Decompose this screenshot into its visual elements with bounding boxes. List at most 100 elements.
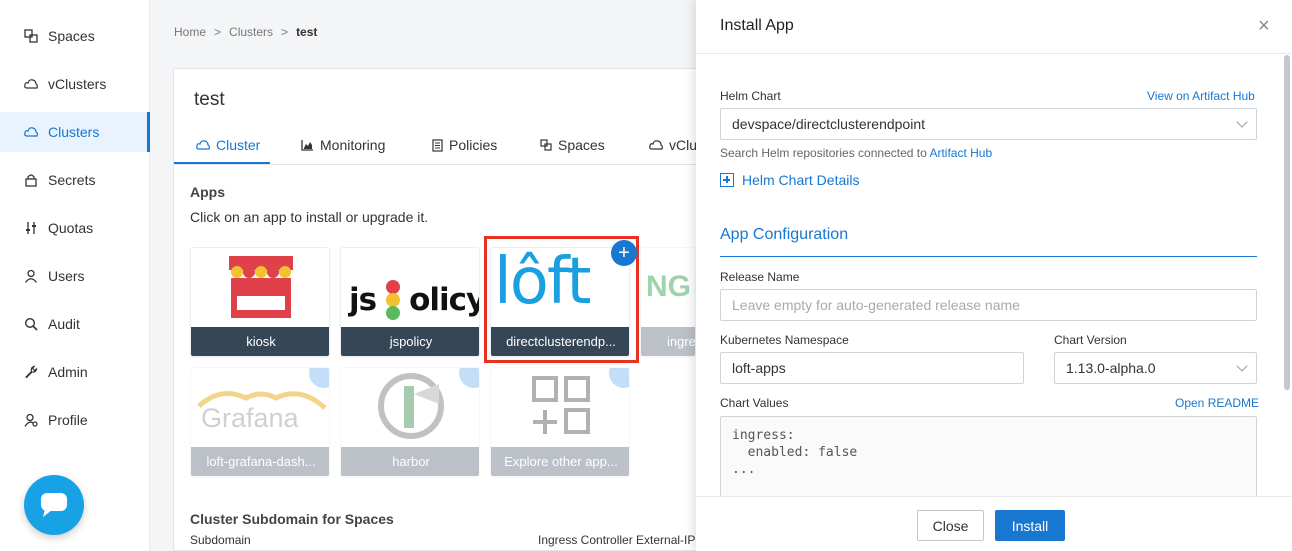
breadcrumb: Home > Clusters > test — [174, 25, 317, 39]
close-button[interactable]: Close — [917, 510, 984, 541]
release-name-label: Release Name — [720, 270, 800, 284]
sidebar-item-label: Secrets — [48, 172, 96, 188]
kiosk-logo — [229, 256, 293, 318]
sidebar-item-label: Profile — [48, 412, 88, 428]
sidebar-item-clusters[interactable]: Clusters — [0, 112, 150, 152]
helm-chart-value: devspace/directclusterendpoint — [732, 116, 926, 132]
sidebar-item-label: Quotas — [48, 220, 94, 236]
tab-spaces[interactable]: Spaces — [540, 137, 605, 153]
grafana-logo-text: Grafana — [201, 403, 299, 433]
divider — [720, 256, 1257, 257]
app-label: jspolicy — [341, 327, 479, 356]
artifact-hub-hint-link[interactable]: Artifact Hub — [929, 146, 992, 160]
user-gear-icon — [24, 413, 38, 427]
helm-chart-details-toggle[interactable]: Helm Chart Details — [720, 172, 859, 188]
helm-chart-label: Helm Chart — [720, 89, 781, 103]
cloud-icon — [24, 125, 38, 139]
search-icon — [24, 317, 38, 331]
lock-icon — [24, 173, 38, 187]
sidebar-item-secrets[interactable]: Secrets — [0, 160, 150, 200]
expand-icon — [720, 173, 734, 187]
ingress-ip-label: Ingress Controller External-IP — [538, 533, 696, 547]
app-tile-harbor[interactable]: harbor — [340, 367, 480, 477]
namespace-value: loft-apps — [732, 360, 786, 376]
chevron-down-icon — [1236, 116, 1248, 128]
vcluster-icon — [24, 77, 38, 91]
spaces-icon — [24, 29, 38, 43]
breadcrumb-separator: > — [214, 25, 222, 39]
tab-monitoring[interactable]: Monitoring — [301, 137, 385, 153]
namespace-input[interactable]: loft-apps — [720, 352, 1024, 384]
release-name-placeholder: Leave empty for auto-generated release n… — [732, 297, 1020, 313]
nginx-logo: NG — [646, 270, 691, 303]
app-tile-kiosk[interactable]: kiosk — [190, 247, 330, 357]
breadcrumb-separator: > — [281, 25, 289, 39]
tab-bar: Cluster Monitoring Policies Spaces vClu — [174, 129, 734, 165]
app-label: kiosk — [191, 327, 329, 356]
sidebar-item-profile[interactable]: Profile — [0, 400, 150, 440]
sidebar-item-label: Admin — [48, 364, 88, 380]
chart-version-value: 1.13.0-alpha.0 — [1066, 360, 1156, 376]
app-label: harbor — [341, 447, 479, 476]
sidebar-item-label: Clusters — [48, 124, 100, 140]
breadcrumb-current: test — [296, 25, 318, 39]
helm-chart-details-label: Helm Chart Details — [742, 172, 860, 188]
chart-values-editor[interactable]: ingress: enabled: false ... — [720, 416, 1257, 506]
install-button[interactable]: Install — [995, 510, 1065, 541]
traffic-light-icon — [386, 280, 401, 320]
helm-hint-text: Search Helm repositories connected to — [720, 146, 927, 160]
tab-label: Policies — [449, 137, 498, 153]
app-config-heading: App Configuration — [720, 226, 849, 243]
sidebar-item-vclusters[interactable]: vClusters — [0, 64, 150, 104]
vcluster-icon — [649, 140, 663, 150]
page-title: test — [194, 89, 225, 110]
apps-heading: Apps — [190, 184, 225, 200]
spaces-icon — [540, 139, 552, 151]
tab-vclusters[interactable]: vClu — [649, 137, 697, 153]
app-tile-explore[interactable]: Explore other app... — [490, 367, 630, 477]
chat-button[interactable] — [24, 475, 84, 535]
wrench-icon — [24, 365, 38, 379]
tab-cluster[interactable]: Cluster — [196, 137, 260, 153]
sliders-icon — [24, 221, 38, 235]
sidebar-item-label: vClusters — [48, 76, 107, 92]
add-icon[interactable]: + — [611, 240, 637, 266]
sidebar-item-spaces[interactable]: Spaces — [0, 16, 150, 56]
helm-chart-select[interactable]: devspace/directclusterendpoint — [720, 108, 1257, 140]
breadcrumb-clusters[interactable]: Clusters — [229, 25, 273, 39]
subdomain-heading: Cluster Subdomain for Spaces — [190, 511, 394, 527]
chevron-down-icon — [1236, 360, 1248, 372]
drawer-footer: Close Install — [696, 496, 1292, 551]
cloud-icon — [196, 140, 210, 150]
breadcrumb-home[interactable]: Home — [174, 25, 206, 39]
install-app-drawer: Install App × Helm Chart View on Artifac… — [696, 0, 1292, 551]
tab-label: Spaces — [558, 137, 605, 153]
chart-icon — [301, 140, 313, 151]
tab-policies[interactable]: Policies — [432, 137, 497, 153]
app-tile-grafana[interactable]: Grafana loft-grafana-dash... — [190, 367, 330, 477]
sidebar-item-admin[interactable]: Admin — [0, 352, 150, 392]
release-name-input[interactable]: Leave empty for auto-generated release n… — [720, 289, 1257, 321]
open-readme-link[interactable]: Open README — [1175, 396, 1259, 410]
jspolicy-logo: js olicy — [349, 278, 480, 322]
sidebar-item-label: Audit — [48, 316, 80, 332]
harbor-logo — [378, 373, 444, 439]
sidebar-item-users[interactable]: Users — [0, 256, 150, 296]
helm-hint: Search Helm repositories connected to Ar… — [720, 146, 992, 160]
sidebar-item-audit[interactable]: Audit — [0, 304, 150, 344]
sidebar-item-quotas[interactable]: Quotas — [0, 208, 150, 248]
namespace-label: Kubernetes Namespace — [720, 333, 849, 347]
artifact-hub-link[interactable]: View on Artifact Hub — [1147, 89, 1255, 103]
active-tab-indicator — [174, 162, 270, 164]
tab-label: Cluster — [216, 137, 261, 153]
user-icon — [24, 269, 38, 283]
sidebar-item-label: Spaces — [48, 28, 95, 44]
scrollbar[interactable] — [1284, 55, 1290, 390]
chart-version-select[interactable]: 1.13.0-alpha.0 — [1054, 352, 1257, 384]
app-tile-jspolicy[interactable]: js olicy jspolicy — [340, 247, 480, 357]
jspolicy-logo-text: olicy — [409, 282, 480, 318]
close-icon[interactable]: × — [1258, 15, 1270, 38]
subdomain-label: Subdomain — [190, 533, 251, 547]
app-tile-ingress[interactable]: NG ingre — [640, 247, 696, 357]
drawer-title: Install App — [720, 17, 794, 34]
